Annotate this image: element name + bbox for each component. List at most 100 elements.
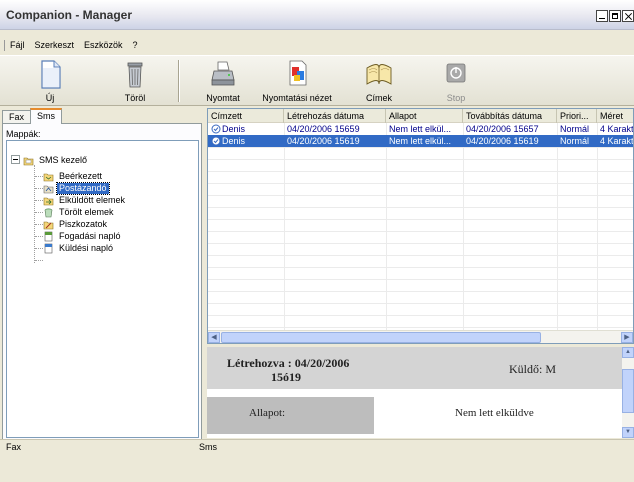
window-title: Companion - Manager — [6, 8, 133, 22]
menu-tools[interactable]: Eszközök — [84, 40, 123, 50]
maximize-button[interactable] — [609, 10, 621, 22]
table-cell: Normál — [560, 136, 590, 146]
tree-guide-line — [35, 224, 43, 225]
table-cell: Denis — [208, 123, 284, 135]
tree-guide-line — [35, 200, 43, 201]
tree-item-label: Postázandó — [56, 181, 110, 195]
created-info: Létrehozva : 04/20/2006 15ó19 — [227, 356, 349, 384]
grid-line — [208, 231, 633, 232]
message-icon — [211, 124, 221, 134]
tree-item-send-log[interactable]: Küldési napló — [43, 242, 115, 254]
tree-item-label: Fogadási napló — [59, 230, 121, 241]
tree-item-receive-log[interactable]: Fogadási napló — [43, 230, 123, 242]
menu-bar: Fájl Szerkeszt Eszközök ? — [0, 38, 634, 52]
print-preview-button[interactable]: Nyomtatási nézet — [258, 58, 336, 103]
column-header-priority[interactable]: Priori... — [557, 109, 597, 123]
print-button[interactable]: Nyomtat — [203, 58, 243, 103]
horizontal-scrollbar[interactable]: ◀ ▶ — [208, 330, 633, 343]
tree-item-deleted[interactable]: Törölt elemek — [43, 206, 116, 218]
left-panel: Fax Sms Mappák: SMS kezelő Beérkezett Po… — [0, 108, 204, 442]
minimize-button[interactable] — [596, 10, 608, 22]
status-band — [207, 397, 374, 434]
grid-line — [208, 279, 633, 280]
tree-item-label: Küldési napló — [59, 242, 114, 253]
tab-page-sms: Mappák: SMS kezelő Beérkezett Postázandó… — [2, 123, 202, 442]
column-header-status[interactable]: Allapot — [386, 109, 463, 123]
tree-item-label: Elküldött elemek — [59, 194, 126, 205]
grid-line — [208, 207, 633, 208]
receive-log-icon — [44, 231, 53, 241]
status-label: Allapot: — [249, 407, 286, 419]
grid-line — [208, 291, 633, 292]
grid-line — [597, 123, 598, 331]
deleted-items-icon — [44, 208, 53, 217]
collapse-toggle[interactable] — [11, 155, 20, 164]
address-book-icon — [366, 64, 392, 85]
table-cell: 04/20/2006 15619 — [466, 136, 539, 146]
toolbar-separator — [178, 60, 180, 102]
tree-item-sms-manager[interactable]: SMS kezelő — [23, 154, 89, 166]
delete-label: Töröl — [124, 93, 146, 103]
scroll-up-icon[interactable]: ▲ — [622, 347, 634, 358]
grid-line — [208, 147, 633, 148]
table-row[interactable]: Denis 04/20/2006 15659 Nem lett elkül...… — [208, 123, 633, 135]
scroll-left-icon[interactable]: ◀ — [208, 332, 220, 343]
menu-file[interactable]: Fájl — [10, 40, 25, 50]
tree-guide-line — [35, 248, 43, 249]
status-bar-left: Fax — [6, 442, 22, 452]
grid-line — [208, 315, 633, 316]
grid-line — [284, 123, 285, 331]
drafts-icon — [43, 221, 54, 229]
toolbar: Új Töröl Nyomtat Nyomtatási nézet Címek … — [0, 55, 634, 106]
scroll-thumb[interactable] — [622, 369, 634, 413]
folders-label: Mappák: — [6, 129, 41, 139]
menu-edit[interactable]: Szerkeszt — [35, 40, 75, 50]
grid-line — [208, 183, 633, 184]
table-row[interactable]: Denis 04/20/2006 15619 Nem lett elkül...… — [208, 135, 634, 147]
print-preview-icon — [289, 60, 307, 86]
menu-help[interactable]: ? — [133, 40, 138, 50]
table-cell: Denis — [208, 135, 284, 147]
outbox-icon — [43, 185, 54, 193]
tree-item-inbox[interactable]: Beérkezett — [43, 170, 104, 182]
stop-label: Stop — [446, 93, 466, 103]
stop-button[interactable]: Stop — [436, 58, 476, 103]
grid-line — [208, 171, 633, 172]
tree-item-label: SMS kezelő — [39, 154, 88, 165]
table-cell: 04/20/2006 15659 — [287, 124, 360, 134]
tab-fax[interactable]: Fax — [2, 110, 32, 124]
table-cell: 04/20/2006 15619 — [287, 136, 360, 146]
inbox-icon — [43, 173, 54, 181]
folder-tree: SMS kezelő Beérkezett Postázandó Elküldö… — [6, 140, 199, 438]
scroll-down-icon[interactable]: ▼ — [622, 427, 634, 438]
scroll-thumb[interactable] — [221, 332, 541, 343]
grid-line — [386, 123, 387, 331]
column-header-size[interactable]: Méret — [597, 109, 633, 123]
new-button[interactable]: Új — [30, 58, 70, 103]
grid-line — [208, 243, 633, 244]
sent-items-icon — [43, 197, 54, 205]
message-list: Címzett Létrehozás dátuma Allapot Tovább… — [207, 108, 634, 344]
tree-item-label: Törölt elemek — [59, 206, 114, 217]
status-value: Nem lett elküldve — [455, 407, 534, 419]
column-header-created[interactable]: Létrehozás dátuma — [284, 109, 386, 123]
addresses-button[interactable]: Címek — [356, 58, 402, 103]
tree-guide-line — [35, 188, 43, 189]
print-preview-label: Nyomtatási nézet — [262, 93, 332, 103]
status-bar: Fax Sms — [0, 439, 634, 482]
vertical-scrollbar[interactable]: ▲ ▼ — [622, 347, 634, 438]
tab-sms[interactable]: Sms — [30, 108, 63, 124]
tree-item-drafts[interactable]: Piszkozatok — [43, 218, 109, 230]
delete-button[interactable]: Töröl — [115, 58, 155, 103]
tree-item-sent[interactable]: Elküldött elemek — [43, 194, 127, 206]
grid-line — [208, 195, 633, 196]
tree-item-outbox[interactable]: Postázandó — [43, 181, 110, 195]
grid-line — [463, 123, 464, 331]
column-header-forwarded[interactable]: Továbbítás dátuma — [463, 109, 557, 123]
created-time: 15ó19 — [271, 370, 301, 384]
scroll-right-icon[interactable]: ▶ — [621, 332, 633, 343]
column-header-recipient[interactable]: Címzett — [208, 109, 284, 123]
close-button[interactable] — [622, 10, 634, 22]
tab-strip: Fax Sms — [2, 108, 63, 124]
table-cell: 4 Karakt — [600, 136, 634, 146]
